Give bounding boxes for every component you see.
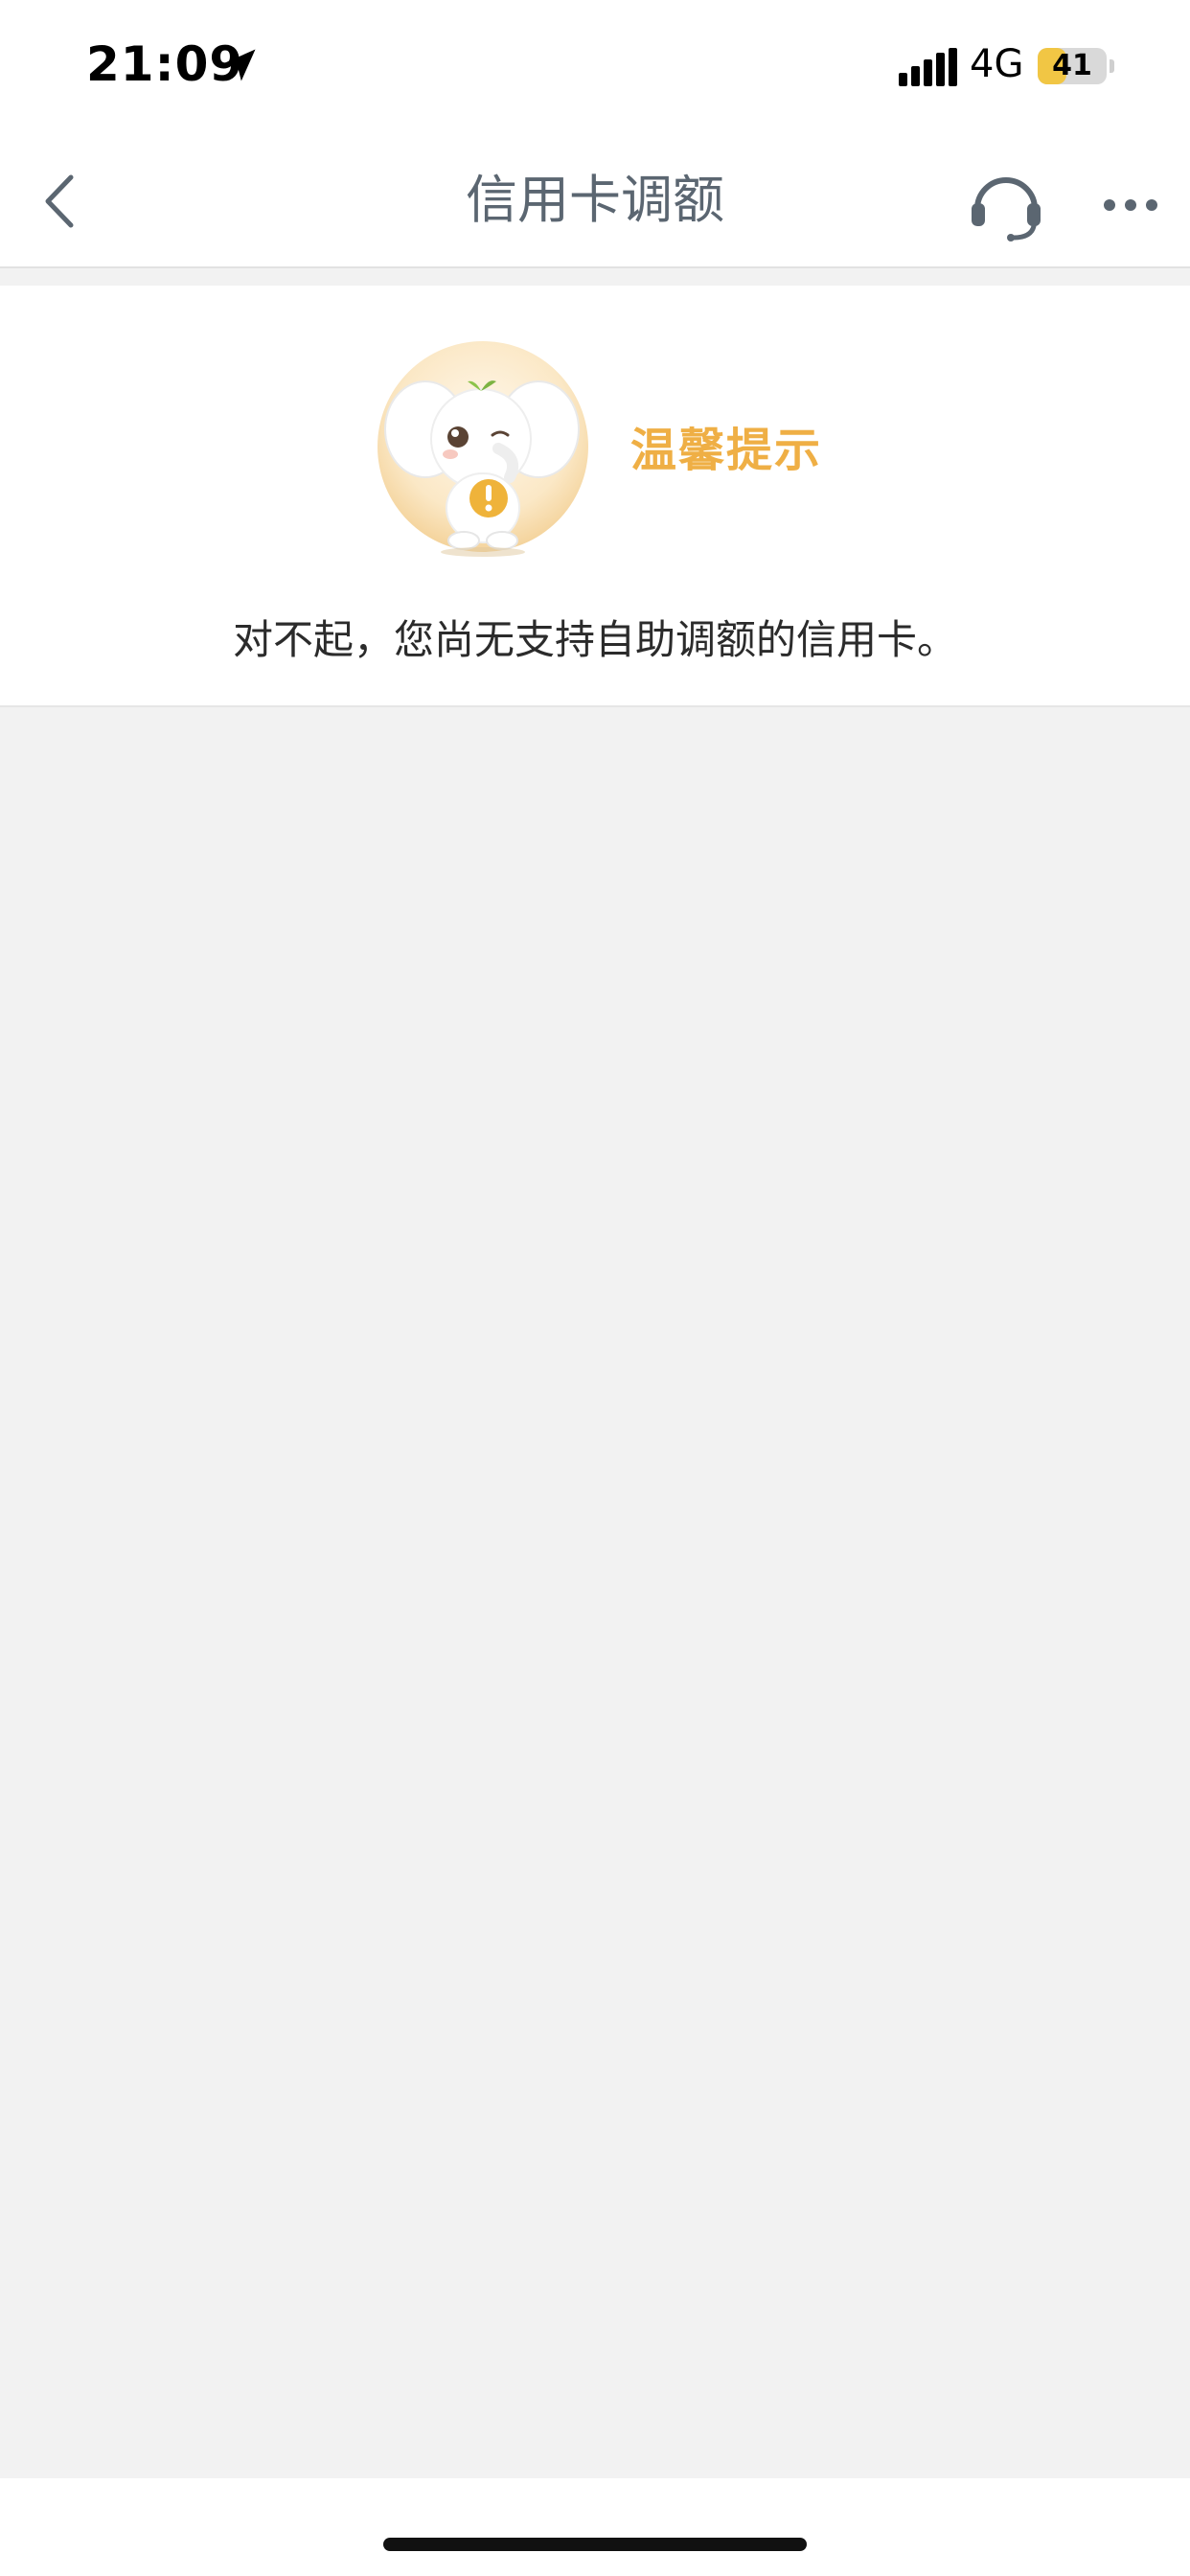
headset-icon: [972, 177, 1041, 242]
battery-cap: [1110, 59, 1114, 73]
location-arrow-icon: [223, 49, 256, 81]
status-bar: 21:09 4G 41: [0, 0, 1190, 134]
navigation-bar: 信用卡调额: [0, 134, 1190, 268]
elephant-mascot-image: [378, 341, 588, 557]
bottom-safe-area: [0, 2478, 1190, 2576]
customer-service-button[interactable]: [968, 167, 1044, 243]
notice-card: 温馨提示 对不起，您尚无支持自助调额的信用卡。: [0, 286, 1190, 707]
notice-message: 对不起，您尚无支持自助调额的信用卡。: [232, 616, 957, 663]
more-dots-icon: [1104, 199, 1157, 211]
home-indicator[interactable]: [383, 2538, 807, 2551]
notice-title: 温馨提示: [630, 424, 823, 477]
more-options-button[interactable]: [1092, 176, 1169, 234]
chevron-left-icon: [45, 174, 74, 228]
signal-bars-icon: [899, 48, 957, 86]
battery-level-text: 41: [1052, 49, 1092, 82]
back-button[interactable]: [29, 168, 96, 235]
network-type: 4G: [970, 42, 1024, 86]
battery-indicator: 41: [1038, 48, 1107, 84]
